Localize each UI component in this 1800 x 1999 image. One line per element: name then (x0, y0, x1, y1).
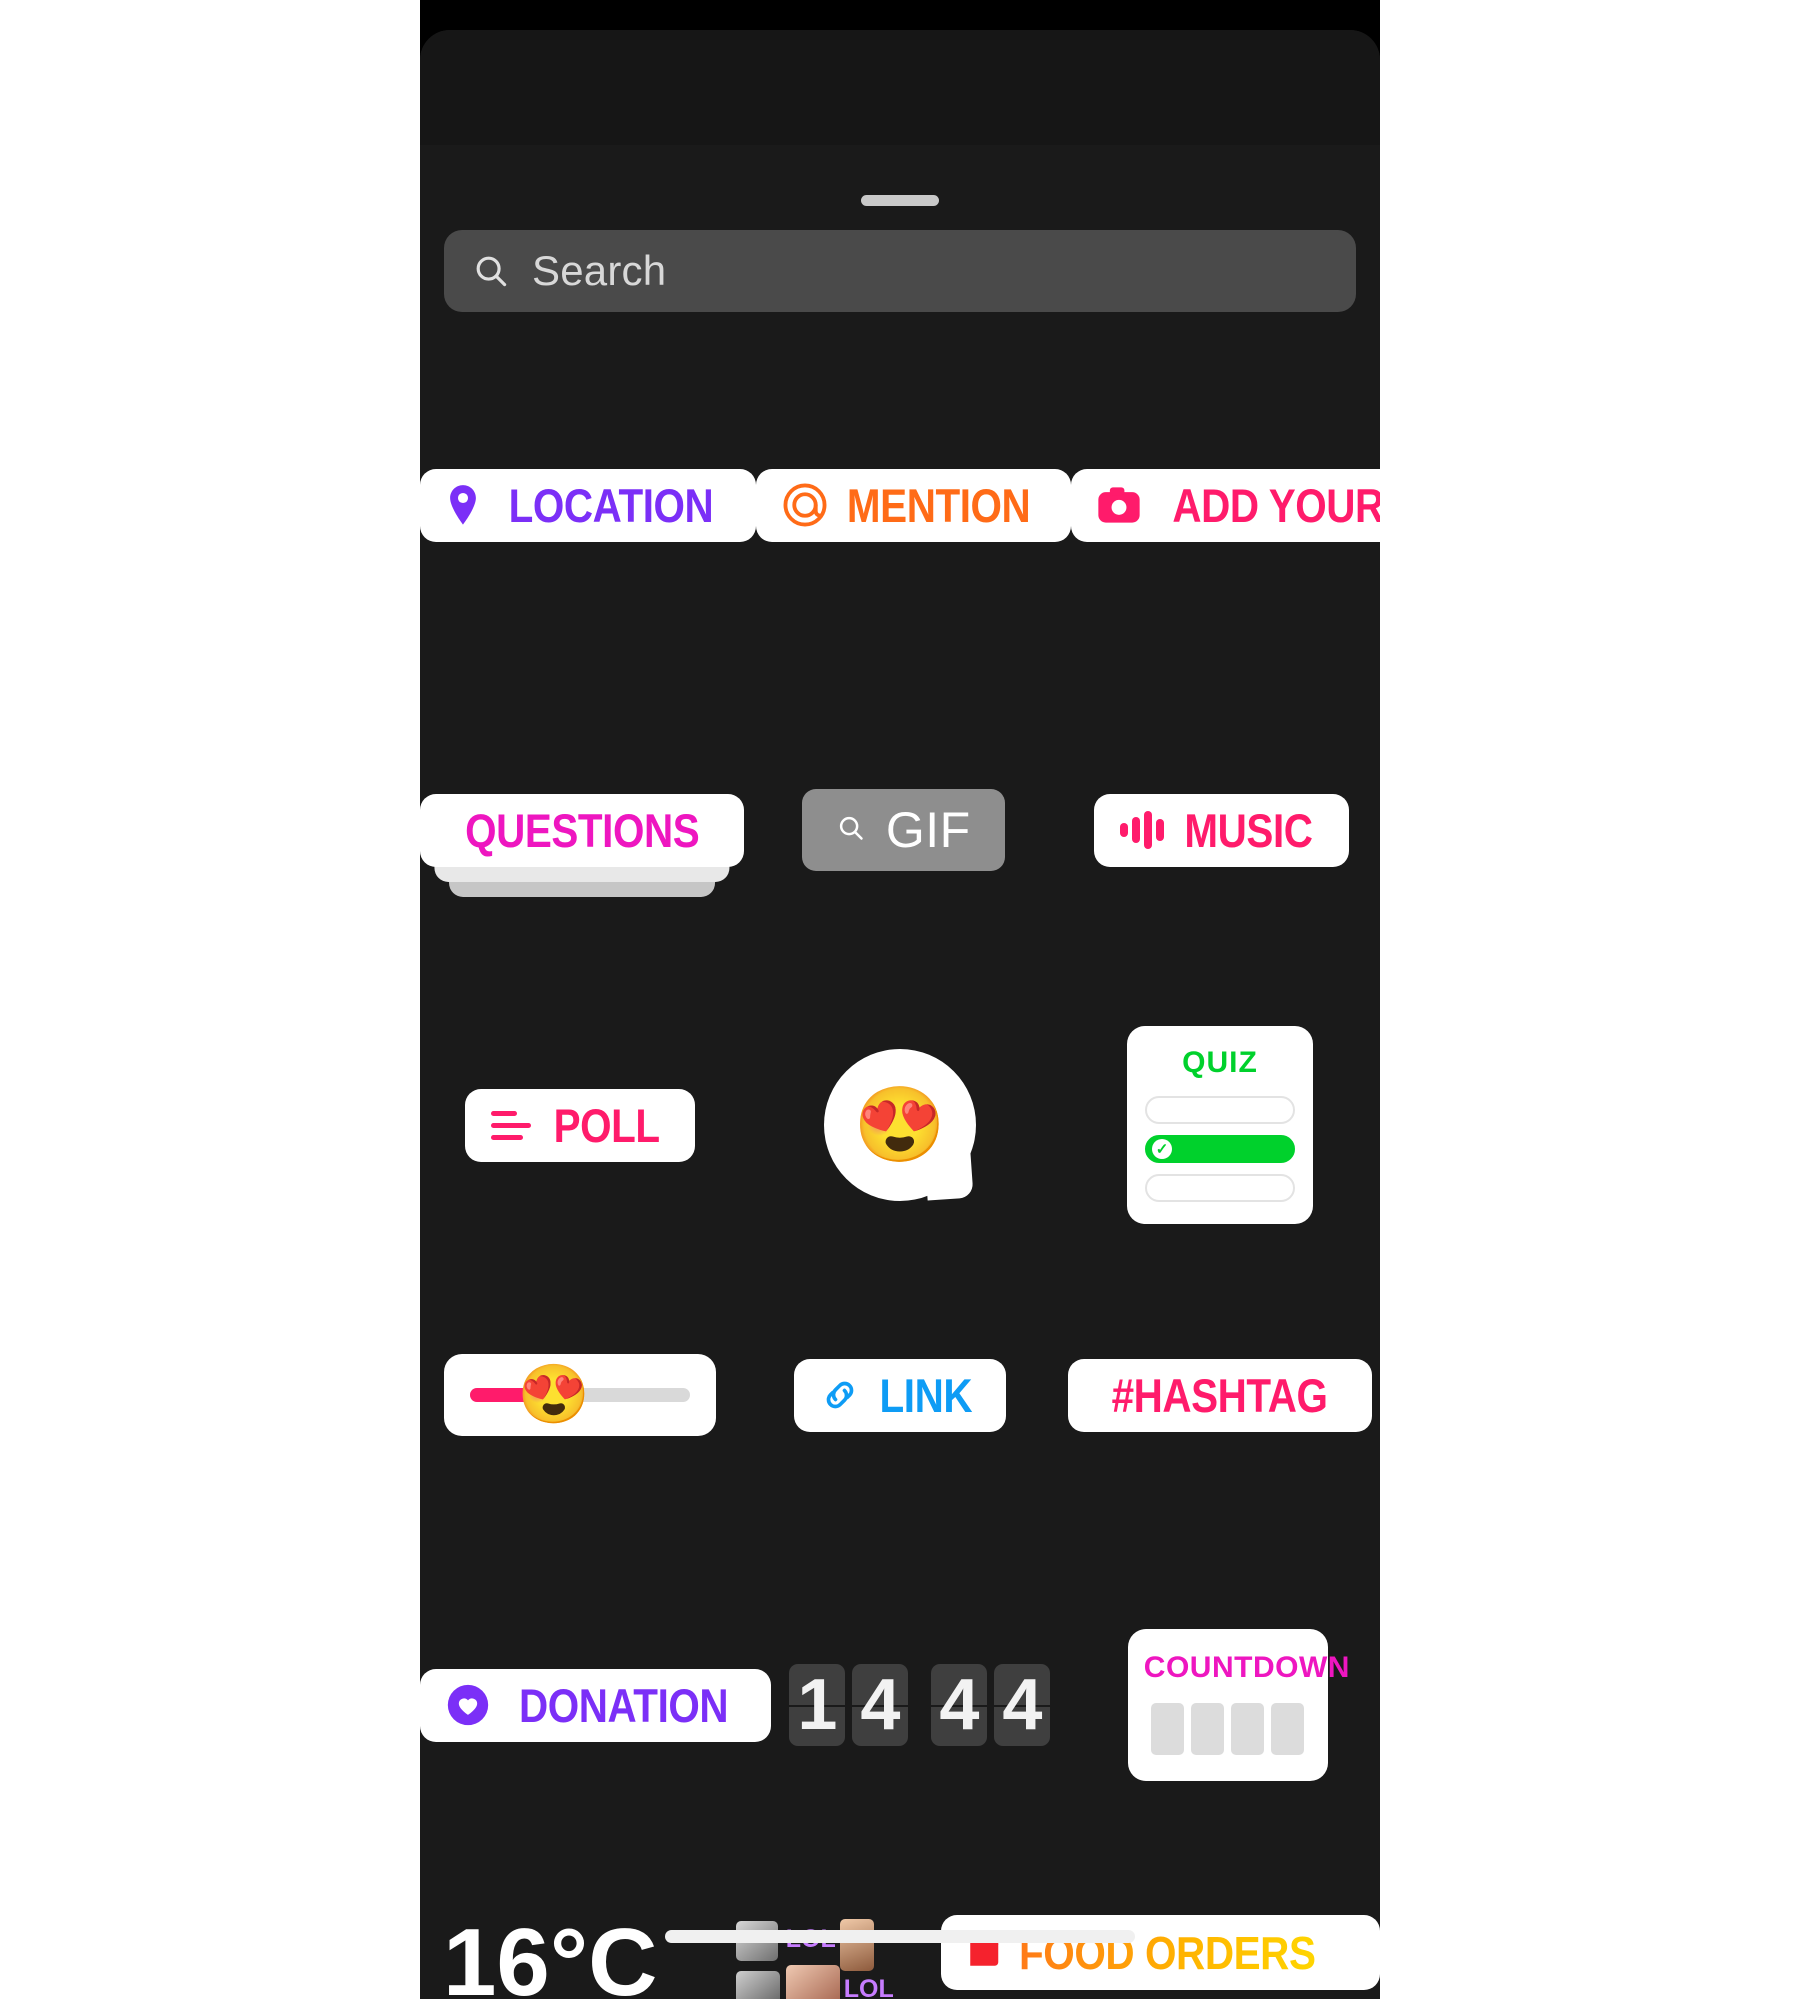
sticker-quiz[interactable]: QUIZ ✓ (1127, 1026, 1313, 1224)
sticker-hashtag[interactable]: #HASHTAG (1068, 1358, 1372, 1432)
sticker-donation-label: DONATION (519, 1678, 729, 1732)
countdown-tile (1271, 1703, 1305, 1755)
flip-digit: 4 (852, 1664, 909, 1746)
flip-digit: 1 (789, 1664, 846, 1746)
search-icon (836, 813, 866, 848)
sticker-donation[interactable]: DONATION (420, 1668, 772, 1742)
sticker-emoji-slider[interactable]: 😍 (444, 1354, 716, 1436)
cell-countdown: COUNTDOWN (1076, 1629, 1380, 1781)
cell-gif-collage: LOL LOL (681, 1915, 942, 1999)
heart-circle-icon (446, 1683, 490, 1727)
sticker-tray-sheet: Search LOCATION MENTION ADD YOU QUESTION… (420, 30, 1380, 1999)
sticker-music-label: MUSIC (1184, 803, 1313, 857)
slider-track[interactable]: 😍 (470, 1366, 690, 1424)
cell-flip-clock: 1 4 4 4 (771, 1664, 1075, 1746)
countdown-tile (1151, 1703, 1185, 1755)
location-pin-icon (446, 484, 480, 526)
quiz-option-3[interactable] (1145, 1174, 1295, 1202)
countdown-tile (1191, 1703, 1225, 1755)
sticker-gif-collage[interactable]: LOL LOL (735, 1915, 894, 1999)
flip-digit-value: 4 (1002, 1665, 1043, 1745)
cell-quiz: QUIZ ✓ (1060, 1026, 1380, 1224)
questions-stack-front: QUESTIONS (420, 793, 745, 867)
sticker-poll[interactable]: POLL (465, 1088, 695, 1162)
cell-emoji-slider: 😍 (420, 1354, 740, 1436)
slider-thumb-emoji-icon[interactable]: 😍 (517, 1366, 589, 1424)
at-symbol-icon (782, 482, 828, 528)
camera-icon (1097, 486, 1141, 524)
sticker-link[interactable]: LINK (794, 1358, 1006, 1432)
cell-temperature: 16°C (420, 1915, 681, 1999)
flip-digit: 4 (931, 1664, 988, 1746)
poll-lines-icon (491, 1110, 532, 1140)
cell-music: MUSIC (1062, 793, 1380, 867)
phone-frame: Search LOCATION MENTION ADD YOU QUESTION… (420, 0, 1380, 1999)
sticker-row-4: 😍 LINK #HASHTAG (420, 1320, 1380, 1470)
drag-handle[interactable] (861, 195, 939, 206)
sticker-questions-label: QUESTIONS (465, 803, 700, 857)
sticker-music[interactable]: MUSIC (1093, 793, 1349, 867)
cell-location: LOCATION (420, 468, 756, 542)
cell-gif: GIF (744, 789, 1062, 871)
collage-tile (785, 1965, 840, 1999)
cell-hashtag: #HASHTAG (1060, 1358, 1380, 1432)
sticker-mention-label: MENTION (846, 478, 1031, 532)
sticker-link-label: LINK (879, 1368, 973, 1422)
sticker-poll-label: POLL (553, 1098, 661, 1152)
quiz-option-1[interactable] (1145, 1096, 1295, 1124)
sticker-row-3: POLL 😍 QUIZ ✓ (420, 1025, 1380, 1225)
sticker-hashtag-label: #HASHTAG (1112, 1368, 1328, 1422)
cell-food-orders: FOOD ORDERS (941, 1915, 1380, 1990)
sheet-header (420, 30, 1380, 145)
search-icon (472, 252, 510, 290)
cell-mention: MENTION (755, 468, 1072, 542)
collage-lol-label: LOL (843, 1975, 894, 1999)
sticker-location[interactable]: LOCATION (420, 468, 756, 542)
flip-digit: 4 (994, 1664, 1051, 1746)
sticker-gif-label: GIF (885, 802, 971, 858)
sticker-temperature[interactable]: 16°C (443, 1915, 658, 1999)
sticker-countdown[interactable]: COUNTDOWN (1127, 1629, 1350, 1781)
home-indicator[interactable] (665, 1930, 1135, 1943)
sticker-gif[interactable]: GIF (801, 789, 1005, 871)
cell-donation: DONATION (420, 1668, 772, 1742)
countdown-tile (1231, 1703, 1265, 1755)
sticker-flip-clock[interactable]: 1 4 4 4 (789, 1664, 1057, 1746)
cell-add-yours: ADD YOURS (1071, 468, 1380, 542)
collage-tile (839, 1919, 874, 1971)
heart-eyes-emoji-icon: 😍 (853, 1083, 947, 1166)
flip-digit-value: 1 (797, 1665, 838, 1745)
flip-digit-value: 4 (939, 1665, 980, 1745)
cell-link: LINK (740, 1358, 1060, 1432)
collage-tile (735, 1971, 780, 1999)
sticker-row-2: QUESTIONS GIF MUSIC (420, 750, 1380, 910)
sticker-questions[interactable]: QUESTIONS (420, 793, 745, 897)
search-placeholder: Search (532, 247, 667, 294)
chain-link-icon (820, 1375, 860, 1415)
sticker-countdown-title: COUNTDOWN (1143, 1651, 1350, 1684)
countdown-tiles (1144, 1703, 1312, 1755)
flip-digit-value: 4 (860, 1665, 901, 1745)
cell-poll: POLL (420, 1088, 740, 1162)
search-input[interactable]: Search (444, 230, 1356, 312)
equalizer-icon (1119, 811, 1164, 849)
sticker-row-5: DONATION 1 4 4 4 COUNTDOWN (420, 1605, 1380, 1805)
cell-questions: QUESTIONS (420, 793, 745, 897)
sticker-emoji-reaction[interactable]: 😍 (824, 1049, 976, 1201)
sticker-quiz-title: QUIZ (1182, 1046, 1258, 1079)
sticker-add-yours-label: ADD YOURS (1172, 478, 1380, 532)
sticker-row-6: 16°C LOL LOL (420, 1915, 1380, 1999)
quiz-option-2-correct[interactable]: ✓ (1145, 1135, 1295, 1163)
cell-emoji-reaction: 😍 (740, 1049, 1060, 1201)
check-icon: ✓ (1152, 1139, 1172, 1159)
sticker-location-label: LOCATION (508, 478, 714, 532)
sticker-add-yours[interactable]: ADD YOURS (1071, 468, 1380, 542)
sticker-row-1: LOCATION MENTION ADD YOU (420, 450, 1380, 560)
sticker-mention[interactable]: MENTION (755, 468, 1072, 542)
sticker-food-orders[interactable]: FOOD ORDERS (941, 1915, 1380, 1990)
